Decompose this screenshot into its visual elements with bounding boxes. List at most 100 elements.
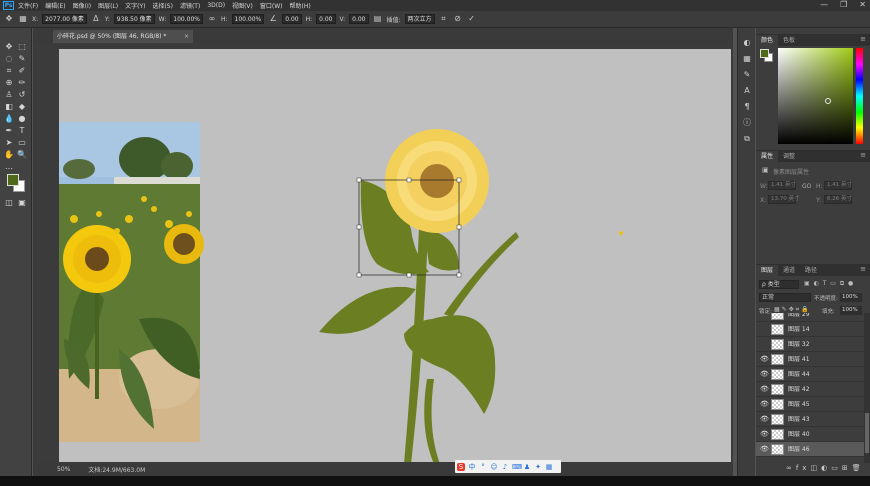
dodge-tool-icon[interactable]: ● (17, 114, 27, 124)
layer-row[interactable]: 图层 29 (756, 313, 864, 322)
minimize-button[interactable]: — (820, 0, 828, 9)
menu-view[interactable]: 视图(V) (232, 1, 253, 10)
zoom-tool-icon[interactable]: 🔍 (17, 150, 27, 160)
eye-icon[interactable]: 👁 (760, 415, 769, 424)
document-tab[interactable]: 小碎花.psd @ 50% (图层 46, RGB/8) * × (53, 30, 193, 43)
info-panel-icon[interactable]: ⓘ (742, 118, 752, 128)
canvas[interactable] (59, 49, 731, 462)
ime-skin-icon[interactable]: ✦ (534, 463, 542, 471)
prop-link-icon[interactable]: GO (802, 183, 811, 190)
x-input[interactable]: 2077.00 像素 (42, 14, 87, 24)
path-select-icon[interactable]: ➤ (4, 138, 14, 148)
blend-mode-select[interactable]: 正常 (759, 293, 811, 302)
layer-row[interactable]: 👁 图层 40 (756, 427, 864, 442)
eyedropper-icon[interactable]: ✐ (17, 66, 27, 76)
ime-keyboard-icon[interactable]: ⌨ (512, 463, 522, 471)
healing-brush-icon[interactable]: ⊕ (4, 78, 14, 88)
vskew-input[interactable]: 0.00 (349, 14, 369, 24)
menu-window[interactable]: 窗口(W) (260, 1, 283, 10)
tab-color[interactable]: 颜色 (756, 35, 779, 46)
properties-panel-menu-icon[interactable]: ≡ (860, 151, 866, 159)
visibility-toggle[interactable] (760, 313, 769, 319)
hand-tool-icon[interactable]: ✋ (4, 150, 14, 160)
layer-row[interactable]: 👁 图层 44 (756, 367, 864, 382)
layer-row[interactable]: 图层 14 (756, 322, 864, 337)
ime-voice-icon[interactable]: ♪ (501, 463, 509, 471)
quick-select-icon[interactable]: ✎ (17, 54, 27, 64)
maximize-button[interactable]: ❐ (840, 0, 847, 9)
angle-input[interactable]: 0.00 (282, 14, 302, 24)
ime-tools-icon[interactable]: ▦ (545, 463, 553, 471)
foreground-color-swatch[interactable] (7, 174, 19, 186)
opacity-input[interactable]: 100% (840, 293, 862, 302)
layer-row[interactable]: 👁 图层 45 (756, 397, 864, 412)
menu-help[interactable]: 帮助(H) (290, 1, 311, 10)
tab-swatches[interactable]: 色板 (778, 35, 800, 46)
adjustment-icon[interactable]: ◐ (821, 464, 831, 472)
reference-point-icon[interactable]: ▦ (18, 14, 28, 24)
warp-icon[interactable]: ⌗ (439, 14, 449, 24)
eye-icon[interactable]: 👁 (760, 385, 769, 394)
visibility-toggle[interactable] (760, 340, 769, 349)
link-layers-icon[interactable]: ∞ (786, 464, 796, 472)
color-panel-icon[interactable]: ◐ (742, 38, 752, 48)
layer-row[interactable]: 👁 图层 43 (756, 412, 864, 427)
layers-scrollbar[interactable] (864, 313, 870, 463)
delete-icon[interactable]: 🗑 (852, 464, 865, 472)
menu-select[interactable]: 选择(S) (152, 1, 173, 10)
commit-transform-icon[interactable]: ✓ (467, 14, 477, 24)
paragraph-panel-icon[interactable]: ¶ (742, 102, 752, 112)
brush-panel-icon[interactable]: ✎ (742, 70, 752, 80)
screen-mode-icon[interactable]: ▣ (17, 198, 27, 208)
menu-type[interactable]: 文字(Y) (125, 1, 145, 10)
shape-tool-icon[interactable]: ▭ (17, 138, 27, 148)
eye-icon[interactable]: 👁 (760, 400, 769, 409)
tab-paths[interactable]: 路径 (800, 265, 822, 276)
ime-user-icon[interactable]: ♟ (523, 463, 531, 471)
ime-emoji-icon[interactable]: ☺ (490, 463, 498, 471)
tab-layers[interactable]: 图层 (756, 265, 779, 276)
character-panel-icon[interactable]: A (742, 86, 752, 96)
layers-list[interactable]: 图层 29 图层 14 图层 32 👁 图层 41 👁 图层 44 👁 图层 4… (756, 313, 864, 463)
y-input[interactable]: 938.50 像素 (113, 14, 155, 24)
hskew-input[interactable]: 0.00 (316, 14, 336, 24)
prop-h-input[interactable]: 1.41 英寸 (824, 181, 852, 190)
layer-row[interactable]: 👁 图层 42 (756, 382, 864, 397)
paint-bucket-icon[interactable]: ◆ (17, 102, 27, 112)
color-panel-foreground[interactable] (760, 49, 769, 58)
move-tool-preset-icon[interactable]: ✥ (4, 14, 14, 24)
eye-icon[interactable]: 👁 (760, 355, 769, 364)
w-input[interactable]: 100.00% (170, 14, 203, 24)
eye-icon[interactable]: 👁 (760, 430, 769, 439)
eye-icon[interactable]: 👁 (760, 370, 769, 379)
close-tab-icon[interactable]: × (184, 30, 189, 43)
link-icon[interactable]: ∞ (207, 14, 217, 24)
type-tool-icon[interactable]: T (17, 126, 27, 136)
color-panel-menu-icon[interactable]: ≡ (860, 35, 866, 43)
swatches-panel-icon[interactable]: ▦ (742, 54, 752, 64)
layer-row[interactable]: 图层 32 (756, 337, 864, 352)
history-panel-icon[interactable]: ⧉ (742, 134, 752, 144)
close-window-button[interactable]: ✕ (859, 0, 866, 9)
pen-tool-icon[interactable]: ✒ (4, 126, 14, 136)
tab-channels[interactable]: 通道 (778, 265, 800, 276)
eye-icon[interactable]: 👁 (760, 445, 769, 454)
menu-edit[interactable]: 编辑(E) (45, 1, 65, 10)
more-tools-icon[interactable]: … (4, 162, 14, 172)
tab-properties[interactable]: 属性 (756, 151, 779, 162)
layer-row[interactable]: 👁 图层 41 (756, 352, 864, 367)
interp-select[interactable]: 两次立方 (404, 14, 435, 24)
menu-image[interactable]: 图像(I) (73, 1, 91, 10)
lasso-tool-icon[interactable]: ◌ (4, 54, 14, 64)
hue-slider[interactable] (856, 48, 863, 144)
tab-adjustments[interactable]: 调整 (778, 151, 800, 162)
menu-file[interactable]: 文件(F) (18, 1, 38, 10)
delta-icon[interactable]: Δ (91, 14, 101, 24)
menu-filter[interactable]: 滤镜(T) (180, 1, 200, 10)
clone-stamp-icon[interactable]: ♙ (4, 90, 14, 100)
color-field[interactable] (778, 48, 853, 144)
new-layer-icon[interactable]: ⊞ (842, 464, 852, 472)
cancel-transform-icon[interactable]: ⊘ (453, 14, 463, 24)
fx-icon[interactable]: fx (796, 464, 811, 472)
layer-filter-select[interactable]: ρ 类型 (759, 280, 799, 289)
